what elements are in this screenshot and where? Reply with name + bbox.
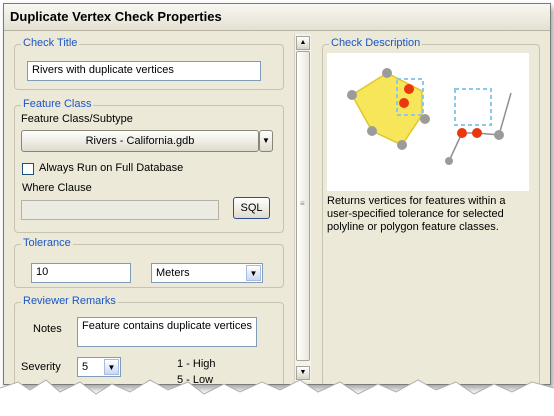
check-description-group: Check Description Returns vertices for f… (322, 37, 540, 384)
tolerance-input[interactable]: 10 (31, 263, 131, 283)
torn-edge (0, 379, 554, 416)
notes-input[interactable]: Feature contains duplicate vertices (77, 317, 257, 347)
severity-high-legend: 1 - High (177, 358, 216, 370)
title-bar: Duplicate Vertex Check Properties (4, 4, 550, 31)
feature-class-dropdown-button[interactable]: ▼ (259, 130, 273, 152)
where-clause-label: Where Clause (22, 182, 92, 194)
properties-dialog: Duplicate Vertex Check Properties Check … (3, 3, 551, 385)
notes-label: Notes (33, 323, 62, 335)
scroll-thumb[interactable]: ≡ (296, 51, 310, 361)
check-illustration (327, 53, 529, 191)
check-title-legend: Check Title (21, 37, 80, 49)
tolerance-legend: Tolerance (21, 237, 73, 249)
window-title: Duplicate Vertex Check Properties (10, 9, 222, 24)
always-run-label: Always Run on Full Database (39, 162, 184, 174)
feature-class-legend: Feature Class (21, 98, 94, 110)
check-description-legend: Check Description (329, 37, 423, 49)
feature-class-selector[interactable]: Rivers - California.gdb (21, 130, 259, 152)
tolerance-group: Tolerance 10 Meters ▼ (14, 237, 284, 288)
where-clause-input[interactable] (21, 200, 219, 220)
feature-class-subtype-label: Feature Class/Subtype (21, 113, 133, 125)
tolerance-units-value: Meters (156, 267, 190, 279)
sql-button[interactable]: SQL (233, 197, 270, 219)
grip-icon: ≡ (300, 199, 305, 208)
check-description-text: Returns vertices for features within a u… (327, 195, 506, 233)
check-title-input[interactable]: Rivers with duplicate vertices (27, 61, 261, 81)
feature-class-group: Feature Class Feature Class/Subtype Rive… (14, 98, 284, 233)
check-title-group: Check Title Rivers with duplicate vertic… (14, 37, 284, 90)
tolerance-units-select[interactable]: Meters ▼ (151, 263, 263, 283)
reviewer-remarks-legend: Reviewer Remarks (21, 295, 118, 307)
chevron-down-icon[interactable]: ▼ (246, 265, 261, 281)
scroll-up-button[interactable]: ▲ (296, 36, 310, 50)
left-panel-scrollbar[interactable]: ▲ ≡ ▼ (294, 34, 311, 382)
always-run-checkbox[interactable] (22, 163, 34, 175)
